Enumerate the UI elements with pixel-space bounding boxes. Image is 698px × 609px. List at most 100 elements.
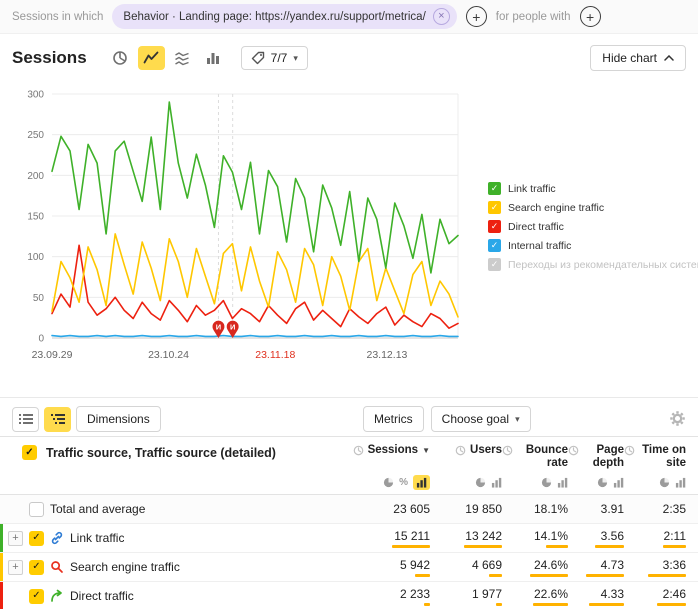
row-checkbox-unchecked[interactable] xyxy=(29,502,44,517)
checkbox-checked-icon[interactable]: ✓ xyxy=(488,258,501,271)
percent-view-icon[interactable]: % xyxy=(399,477,408,488)
users-value: 19 850 xyxy=(465,502,502,516)
chevron-down-icon: ▾ xyxy=(515,414,520,425)
pie-view-icon[interactable] xyxy=(659,477,670,488)
pie-view-icon[interactable] xyxy=(541,477,552,488)
sessions-value: 15 211 xyxy=(394,529,430,543)
cell-bar xyxy=(595,545,624,548)
chart-type-switcher xyxy=(107,46,227,70)
column-header-sessions[interactable]: Sessions ▼ xyxy=(342,444,430,457)
cell-bar xyxy=(657,603,686,606)
svg-text:50: 50 xyxy=(33,293,45,304)
row-label[interactable]: Search engine traffic xyxy=(70,560,180,574)
legend-item-search-traffic[interactable]: ✓ Search engine traffic xyxy=(488,201,698,214)
chevron-up-icon xyxy=(664,55,674,61)
column-header-time-on-site[interactable]: Time on site xyxy=(624,444,686,470)
svg-text:И: И xyxy=(230,323,235,332)
column-header-page-depth[interactable]: Page depth xyxy=(568,444,624,470)
legend-item-internal-traffic[interactable]: ✓ Internal traffic xyxy=(488,239,698,252)
select-all-checkbox[interactable]: ✓ xyxy=(22,445,37,460)
cell-bar xyxy=(663,545,686,548)
page-depth-value: 3.91 xyxy=(601,502,624,516)
pie-chart-icon[interactable] xyxy=(107,46,134,70)
svg-text:23.11.18: 23.11.18 xyxy=(255,349,295,361)
flat-list-view-icon[interactable] xyxy=(12,407,39,432)
hide-chart-label: Hide chart xyxy=(602,51,657,65)
users-view-switcher xyxy=(430,477,502,488)
checkbox-checked-icon[interactable]: ✓ xyxy=(488,182,501,195)
expand-row-button[interactable]: + xyxy=(8,560,23,575)
choose-goal-dropdown[interactable]: Choose goal ▾ xyxy=(431,406,531,432)
metric-info-icon xyxy=(455,445,466,456)
page-title: Sessions xyxy=(12,48,87,68)
bars-view-icon[interactable] xyxy=(613,477,624,488)
bar-chart-icon[interactable] xyxy=(200,46,227,70)
hide-chart-button[interactable]: Hide chart xyxy=(590,45,686,71)
row-color-marker xyxy=(0,582,3,609)
checkbox-checked-icon[interactable]: ✓ xyxy=(488,220,501,233)
gear-icon[interactable] xyxy=(669,410,686,432)
add-people-filter-button[interactable]: + xyxy=(580,6,601,27)
row-label[interactable]: Direct traffic xyxy=(70,589,134,603)
checkbox-checked-icon[interactable]: ✓ xyxy=(488,201,501,214)
table-header-row: ✓ Traffic source, Traffic source (detail… xyxy=(0,437,698,471)
bounce-rate-value: 22.6% xyxy=(534,587,568,601)
depth-view-switcher xyxy=(568,477,624,488)
svg-text:150: 150 xyxy=(27,212,44,223)
search-icon xyxy=(50,560,64,574)
row-checkbox-checked[interactable]: ✓ xyxy=(29,560,44,575)
bars-view-icon[interactable] xyxy=(491,477,502,488)
column-label: Time on site xyxy=(639,444,686,470)
cell-bar xyxy=(648,574,686,577)
time-on-site-value: 2:11 xyxy=(664,529,686,543)
row-checkbox-checked[interactable]: ✓ xyxy=(29,531,44,546)
metrics-button[interactable]: Metrics xyxy=(363,406,424,432)
filter-suffix-label: for people with xyxy=(496,11,571,23)
chart-header: Sessions 7/7 ▾ Hide chart xyxy=(12,44,686,72)
column-label: Bounce rate xyxy=(517,444,568,470)
dimensions-button[interactable]: Dimensions xyxy=(76,406,161,432)
segment-chip[interactable]: Behavior · Landing page: https://yandex.… xyxy=(112,4,456,29)
row-label[interactable]: Link traffic xyxy=(70,531,124,545)
bars-view-icon[interactable] xyxy=(557,477,568,488)
row-checkbox-checked[interactable]: ✓ xyxy=(29,589,44,604)
checkbox-checked-icon[interactable]: ✓ xyxy=(488,239,501,252)
section-divider xyxy=(0,397,698,398)
users-value: 13 242 xyxy=(465,529,502,543)
column-label: Page depth xyxy=(583,444,624,470)
pie-view-icon[interactable] xyxy=(597,477,608,488)
bars-view-icon-selected[interactable] xyxy=(413,475,430,490)
segment-filter-bar: Sessions in which Behavior · Landing pag… xyxy=(0,0,698,34)
sort-desc-icon: ▼ xyxy=(422,446,430,455)
metrics-label: Metrics xyxy=(374,412,413,426)
tree-view-icon[interactable] xyxy=(44,407,71,432)
legend-item-recommendation-traffic[interactable]: ✓ Переходы из рекомендательных систем xyxy=(488,258,698,271)
yandex-metrica-report: Sessions in which Behavior · Landing pag… xyxy=(0,0,698,609)
bars-view-icon[interactable] xyxy=(675,477,686,488)
pie-view-icon[interactable] xyxy=(475,477,486,488)
bounce-rate-value: 14.1% xyxy=(534,529,568,543)
column-header-bounce-rate[interactable]: Bounce rate xyxy=(502,444,568,470)
tag-icon xyxy=(251,51,265,65)
sessions-chart[interactable]: 05010015020025030023.09.2923.10.2423.11.… xyxy=(12,86,492,381)
stacked-chart-icon[interactable] xyxy=(169,46,196,70)
users-value: 1 977 xyxy=(472,587,502,601)
metric-info-icon xyxy=(568,445,579,456)
close-icon[interactable]: × xyxy=(433,8,450,25)
line-chart-icon[interactable] xyxy=(138,46,165,70)
legend-item-direct-traffic[interactable]: ✓ Direct traffic xyxy=(488,220,698,233)
column-label: Sessions xyxy=(368,444,419,457)
pie-view-icon[interactable] xyxy=(383,477,394,488)
row-label: Total and average xyxy=(50,502,145,516)
table-row-search-traffic: + ✓ Search engine traffic 5 942 4 669 24… xyxy=(0,553,698,582)
legend-item-link-traffic[interactable]: ✓ Link traffic xyxy=(488,182,698,195)
expand-row-button[interactable]: + xyxy=(8,531,23,546)
sessions-value: 23 605 xyxy=(393,502,430,516)
table-row-direct-traffic: ✓ Direct traffic 2 233 1 977 22.6% 4.33 … xyxy=(0,582,698,609)
add-segment-button[interactable]: + xyxy=(466,6,487,27)
metric-info-icon xyxy=(353,445,364,456)
row-color-marker xyxy=(0,524,3,552)
segments-count-dropdown[interactable]: 7/7 ▾ xyxy=(241,46,308,70)
chevron-down-icon: ▾ xyxy=(293,53,298,64)
column-header-users[interactable]: Users xyxy=(430,444,502,457)
